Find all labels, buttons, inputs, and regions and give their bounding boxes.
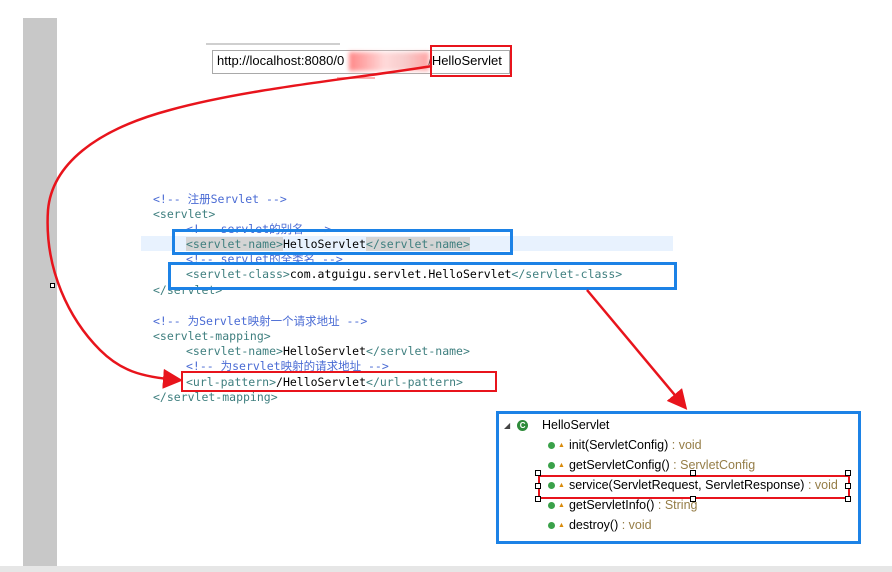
- url-to-url-pattern-arrow: [46, 64, 433, 389]
- annotation-arrows: [46, 64, 688, 410]
- servlet-class-to-outline-arrow: [586, 289, 688, 410]
